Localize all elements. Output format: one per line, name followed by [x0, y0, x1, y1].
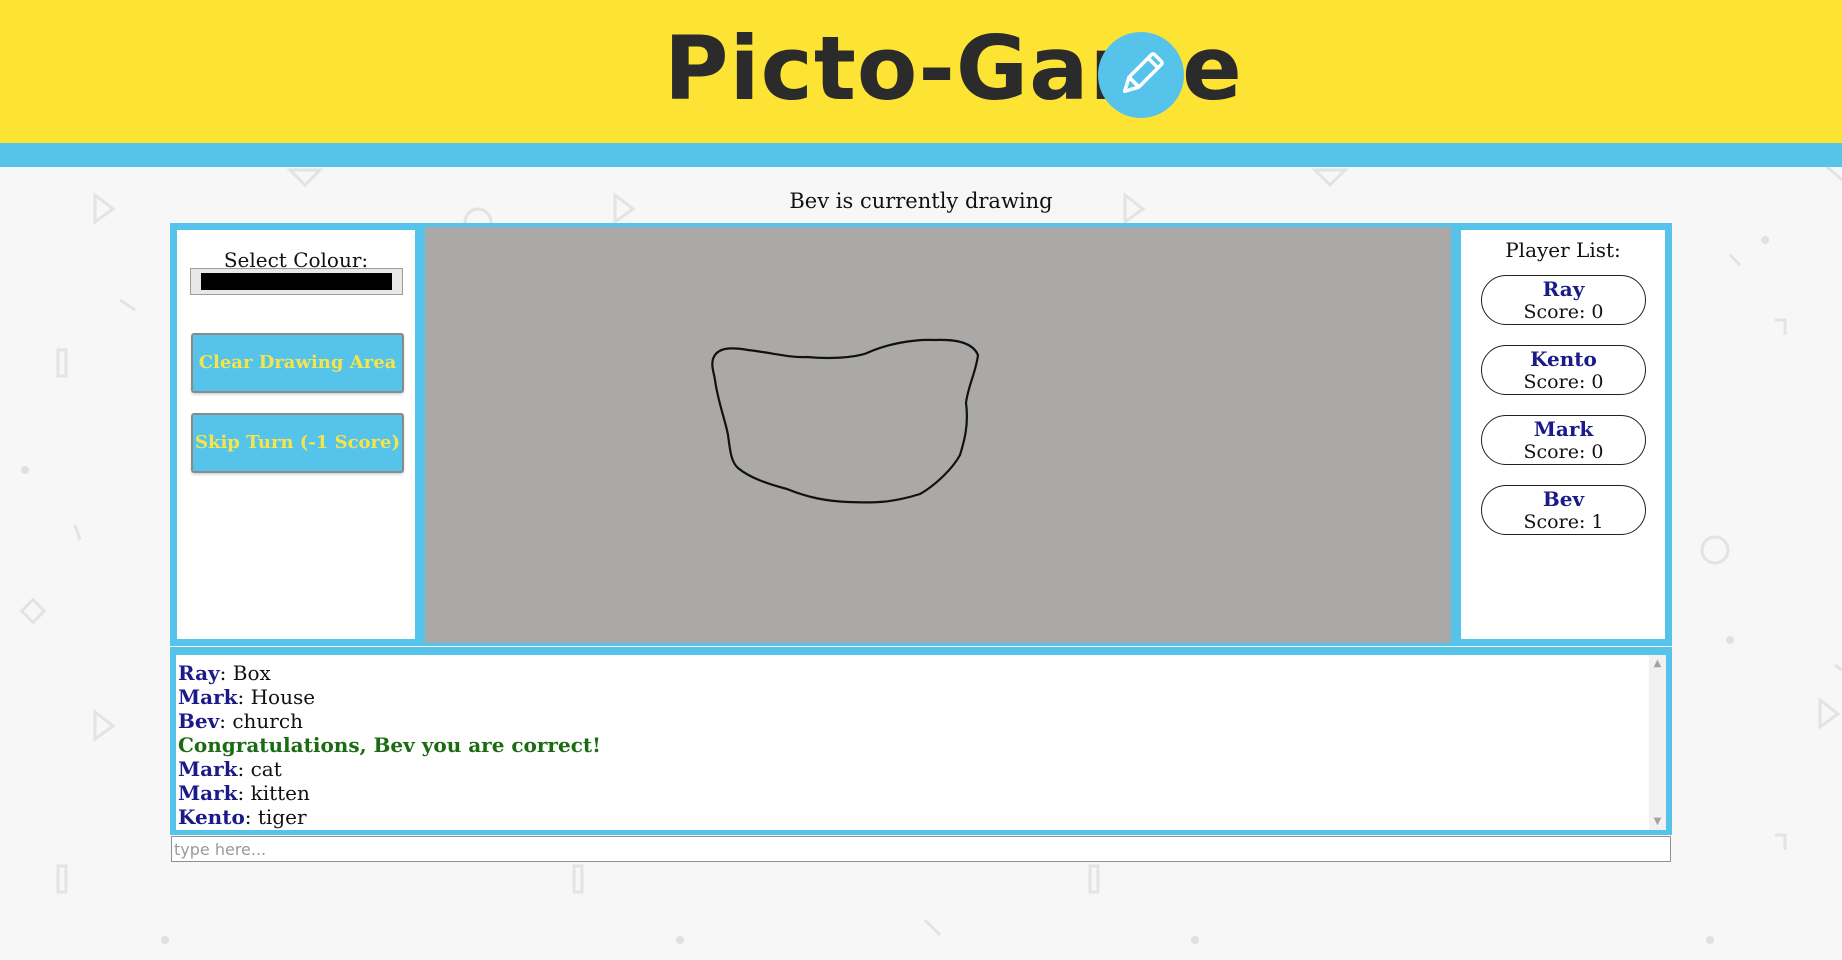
clear-drawing-button[interactable]: Clear Drawing Area [191, 333, 404, 393]
player-score: Score: 0 [1523, 371, 1604, 393]
header-stripe [0, 143, 1842, 167]
scroll-down-arrow-icon[interactable]: ▼ [1649, 813, 1666, 830]
chat-system-message: Congratulations, Bev you are correct! [178, 733, 601, 757]
chat-message: Bev: church [178, 709, 601, 733]
player-name: Ray [1542, 277, 1585, 301]
chat-messages: Ray: Box Mark: House Bev: church Congrat… [178, 661, 601, 829]
chat-scrollbar[interactable]: ▲ ▼ [1649, 655, 1666, 830]
player-score: Score: 0 [1523, 301, 1604, 323]
chat-frame: Ray: Box Mark: House Bev: church Congrat… [170, 647, 1672, 835]
chat-text: : cat [237, 757, 282, 781]
player-list-panel: Player List: Ray Score: 0 Kento Score: 0… [1461, 230, 1665, 639]
player-name: Bev [1542, 487, 1585, 511]
chat-text: : church [219, 709, 303, 733]
header-bar: Picto-Game [0, 0, 1842, 143]
player-list-title: Player List: [1505, 238, 1621, 262]
player-name: Mark [1533, 417, 1594, 441]
scroll-up-arrow-icon[interactable]: ▲ [1649, 655, 1666, 672]
chat-user: Kento [178, 805, 245, 829]
chat-message: Kento: tiger [178, 805, 601, 829]
chat-input[interactable] [171, 836, 1671, 862]
chat-message: Mark: kitten [178, 781, 601, 805]
chat-user: Mark [178, 757, 238, 781]
player-name: Kento [1530, 347, 1597, 371]
player-card-kento: Kento Score: 0 [1481, 345, 1646, 395]
chat-user: Mark [178, 685, 238, 709]
chat-message: Ray: Box [178, 661, 601, 685]
colour-picker[interactable] [190, 268, 403, 295]
player-score: Score: 1 [1523, 511, 1604, 533]
chat-text: : Box [219, 661, 271, 685]
chat-message: Mark: cat [178, 757, 601, 781]
player-score: Score: 0 [1523, 441, 1604, 463]
chat-user: Bev [178, 709, 220, 733]
game-frame: Select Colour: Clear Drawing Area Skip T… [170, 223, 1672, 646]
player-card-ray: Ray Score: 0 [1481, 275, 1646, 325]
chat-text: : kitten [237, 781, 310, 805]
colour-swatch [201, 273, 392, 290]
chat-text: : tiger [244, 805, 307, 829]
chat-text: : House [237, 685, 316, 709]
drawing-status: Bev is currently drawing [789, 189, 1053, 213]
drawing-stroke [711, 338, 980, 504]
chat-user: Mark [178, 781, 238, 805]
chat-message: Mark: House [178, 685, 601, 709]
drawing-canvas[interactable] [425, 227, 1451, 643]
pencil-icon [1098, 32, 1184, 118]
tool-panel: Select Colour: Clear Drawing Area Skip T… [177, 230, 415, 639]
chat-log[interactable]: Ray: Box Mark: House Bev: church Congrat… [176, 655, 1666, 830]
chat-user: Ray [178, 661, 220, 685]
player-card-mark: Mark Score: 0 [1481, 415, 1646, 465]
player-card-bev: Bev Score: 1 [1481, 485, 1646, 535]
skip-turn-button[interactable]: Skip Turn (-1 Score) [191, 413, 404, 473]
